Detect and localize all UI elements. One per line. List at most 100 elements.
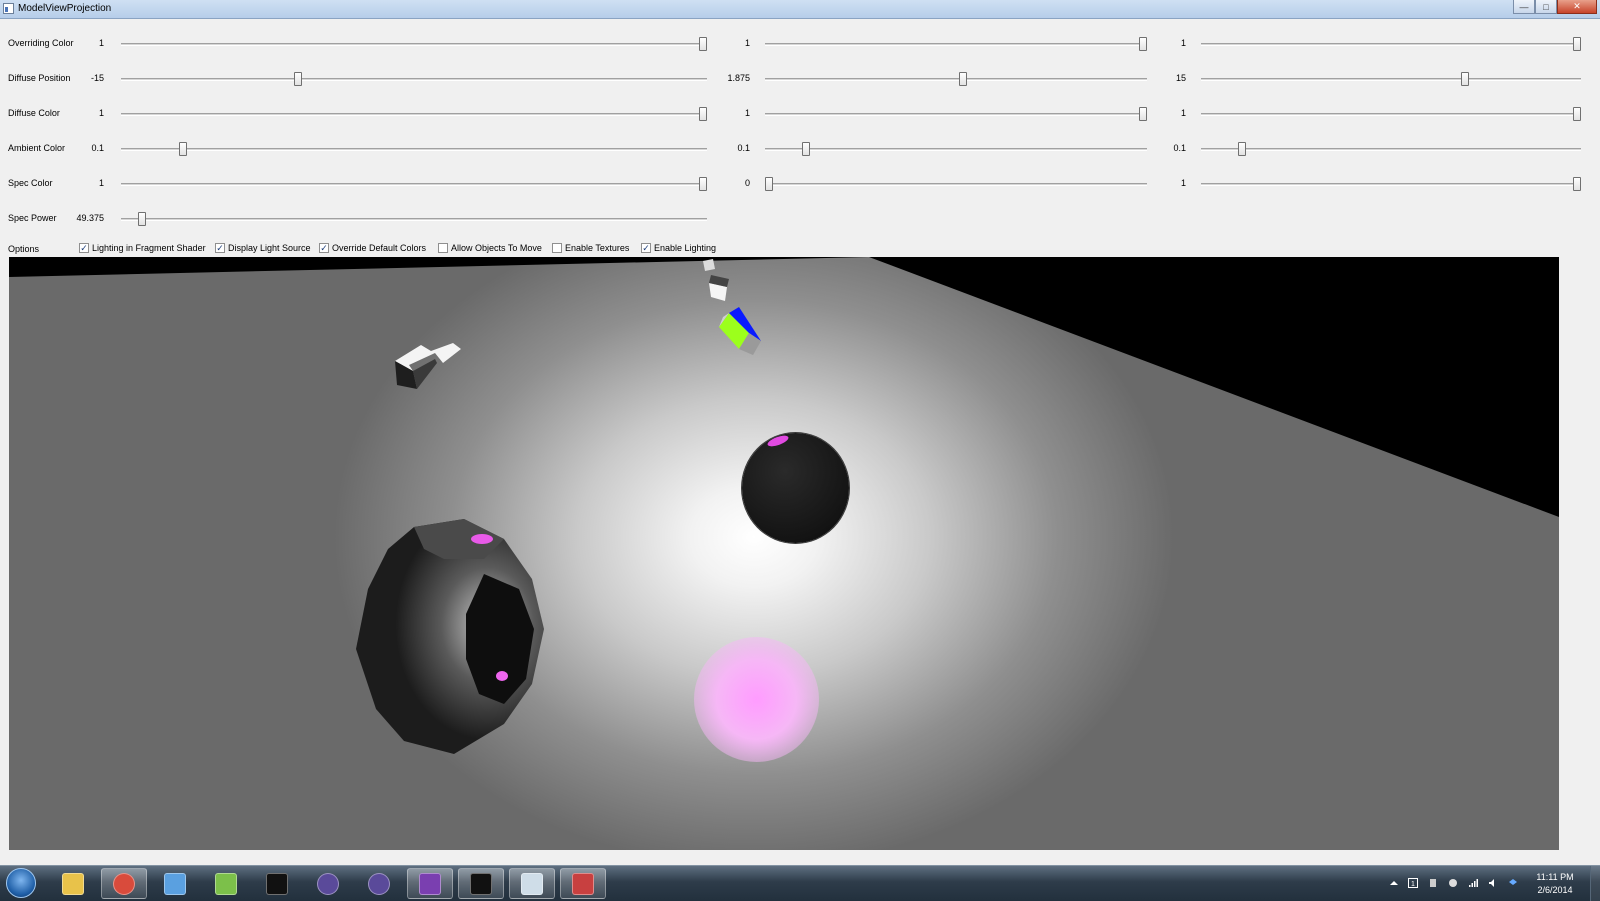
taskbar-button[interactable] [407, 868, 453, 899]
slider-thumb[interactable] [802, 142, 810, 156]
slider-track[interactable] [1201, 107, 1581, 121]
option-label: Enable Lighting [654, 243, 717, 253]
slider-track[interactable] [765, 72, 1147, 86]
notepad-icon [164, 872, 186, 895]
volume-icon[interactable] [1488, 878, 1498, 888]
option-checkbox[interactable]: ✓ Lighting in Fragment Shader [79, 243, 206, 253]
slider-track[interactable] [765, 177, 1147, 191]
option-label: Enable Textures [565, 243, 630, 253]
taskbar-button[interactable] [101, 868, 147, 899]
slider-thumb[interactable] [1573, 177, 1581, 191]
slider-value: 1 [98, 38, 104, 48]
option-checkbox[interactable]: ✓ Display Light Source [215, 243, 311, 253]
option-checkbox[interactable]: Allow Objects To Move [438, 243, 542, 253]
maximize-icon: □ [1543, 1, 1549, 12]
slider-track[interactable] [121, 177, 707, 191]
maximize-button[interactable]: □ [1535, 0, 1557, 14]
option-checkbox[interactable]: ✓ Enable Lighting [641, 243, 716, 253]
options-label: Options [8, 244, 40, 254]
taskbar-button[interactable] [560, 868, 606, 899]
slider-value: -15 [90, 73, 104, 83]
checkbox-unchecked-icon[interactable] [552, 243, 562, 253]
slider-track[interactable] [121, 107, 707, 121]
slider-thumb[interactable] [699, 107, 707, 121]
minimize-icon: — [1519, 1, 1529, 12]
checkbox-unchecked-icon[interactable] [438, 243, 448, 253]
slider-row-label: Spec Color [8, 178, 53, 188]
floor-plane [9, 257, 1559, 850]
slider-value: 1 [1180, 38, 1186, 48]
clock-time: 11:11 PM [1536, 872, 1574, 882]
title-bar: ModelViewProjection — □ ✕ [0, 0, 1600, 19]
show-desktop-button[interactable] [1590, 866, 1600, 901]
slider-track[interactable] [765, 142, 1147, 156]
security-icon[interactable] [1448, 878, 1458, 888]
slider-thumb[interactable] [294, 72, 302, 86]
file-explorer-icon [62, 872, 84, 895]
taskbar-button[interactable] [50, 868, 96, 899]
arrow-object [395, 343, 461, 389]
option-checkbox[interactable]: ✓ Override Default Colors [319, 243, 426, 253]
tray-expand-icon[interactable] [1389, 878, 1399, 888]
checkbox-checked-icon[interactable]: ✓ [641, 243, 651, 253]
slider-value: 15 [1175, 73, 1186, 83]
slider-thumb[interactable] [1461, 72, 1469, 86]
option-checkbox[interactable]: Enable Textures [552, 243, 629, 253]
slider-thumb[interactable] [138, 212, 146, 226]
slider-value: 1 [744, 38, 750, 48]
window-icon [521, 872, 543, 895]
slider-thumb[interactable] [699, 177, 707, 191]
slider-track[interactable] [121, 212, 707, 226]
slider-thumb[interactable] [179, 142, 187, 156]
taskbar-button[interactable] [305, 868, 351, 899]
light-source-sphere [694, 637, 819, 762]
opengl-app-icon [572, 872, 594, 895]
slider-value: 1 [98, 178, 104, 188]
slider-track[interactable] [121, 72, 707, 86]
slider-value: 0.1 [91, 143, 104, 153]
slider-track[interactable] [1201, 142, 1581, 156]
option-label: Allow Objects To Move [451, 243, 542, 253]
minimize-button[interactable]: — [1513, 0, 1535, 14]
slider-row-label: Diffuse Position [8, 73, 71, 83]
dropbox-icon[interactable] [1508, 878, 1518, 888]
taskbar-button[interactable] [203, 868, 249, 899]
taskbar-button[interactable] [458, 868, 504, 899]
checkbox-checked-icon[interactable]: ✓ [215, 243, 225, 253]
slider-row-label: Diffuse Color [8, 108, 60, 118]
slider-track[interactable] [121, 142, 707, 156]
keyboard-layout-icon[interactable]: 1 [1408, 878, 1418, 888]
slider-thumb[interactable] [765, 177, 773, 191]
slider-thumb[interactable] [959, 72, 967, 86]
taskbar-button[interactable] [254, 868, 300, 899]
taskbar-button[interactable] [152, 868, 198, 899]
action-center-icon[interactable] [1428, 878, 1438, 888]
slider-track[interactable] [121, 37, 707, 51]
slider-thumb[interactable] [699, 37, 707, 51]
slider-thumb[interactable] [1238, 142, 1246, 156]
slider-track[interactable] [1201, 177, 1581, 191]
eclipse-icon [317, 872, 339, 895]
slider-track[interactable] [1201, 72, 1581, 86]
slider-track[interactable] [765, 107, 1147, 121]
slider-value: 0.1 [737, 143, 750, 153]
close-button[interactable]: ✕ [1557, 0, 1597, 14]
taskbar: 1 11:11 PM 2/6/2014 [0, 865, 1600, 901]
slider-value: 1 [98, 108, 104, 118]
command-prompt-icon [470, 872, 492, 895]
slider-track[interactable] [1201, 37, 1581, 51]
slider-value: 1 [744, 108, 750, 118]
slider-track[interactable] [765, 37, 1147, 51]
tray-clock[interactable]: 11:11 PM 2/6/2014 [1525, 871, 1585, 897]
taskbar-button[interactable] [356, 868, 402, 899]
opengl-viewport[interactable] [9, 257, 1559, 850]
slider-thumb[interactable] [1573, 37, 1581, 51]
start-button[interactable] [6, 868, 36, 898]
network-icon[interactable] [1468, 878, 1478, 888]
checkbox-checked-icon[interactable]: ✓ [79, 243, 89, 253]
slider-value: 0 [744, 178, 750, 188]
slider-thumb[interactable] [1573, 107, 1581, 121]
checkbox-checked-icon[interactable]: ✓ [319, 243, 329, 253]
cube-objects [703, 259, 761, 355]
taskbar-button[interactable] [509, 868, 555, 899]
